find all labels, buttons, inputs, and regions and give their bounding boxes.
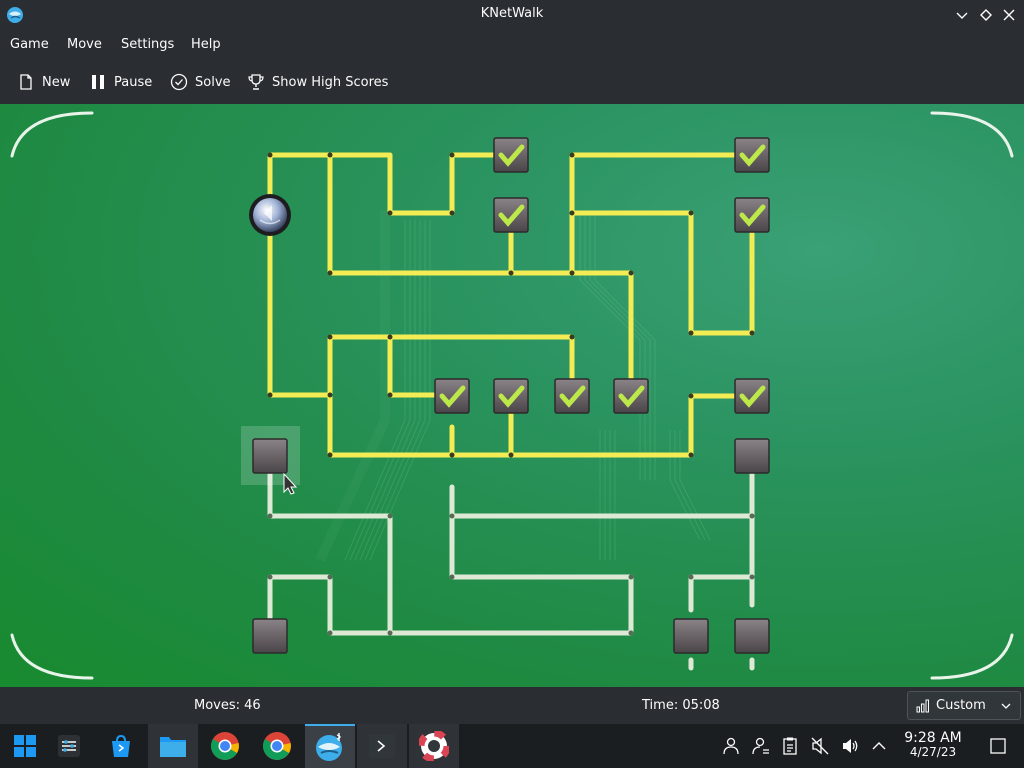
terminal-disconnected[interactable]: [673, 618, 709, 654]
chrome-icon: [263, 732, 291, 760]
moves-counter: Moves: 46: [194, 698, 261, 713]
user-switch-icon[interactable]: [751, 736, 771, 756]
help-button[interactable]: [409, 724, 459, 768]
user-icon[interactable]: [721, 736, 741, 756]
terminal-connected[interactable]: [613, 378, 649, 414]
toolbar: New Pause Solve Show High Scores: [0, 60, 1024, 104]
show-high-scores-button[interactable]: Show High Scores: [247, 71, 388, 93]
file-manager-icon: [160, 737, 186, 757]
title-bar: KNetWalk: [0, 0, 1024, 30]
speaker-muted-icon[interactable]: [810, 736, 830, 756]
pause-button[interactable]: Pause: [89, 71, 152, 93]
system-settings-button[interactable]: [44, 724, 94, 768]
menu-move[interactable]: Move: [67, 37, 102, 52]
window-title: KNetWalk: [480, 6, 544, 21]
terminal-connected[interactable]: [493, 197, 529, 233]
expand-tray-icon[interactable]: [869, 736, 889, 756]
chrome-button[interactable]: [200, 724, 250, 768]
discover-button[interactable]: [96, 724, 146, 768]
chrome-button-2[interactable]: [252, 724, 302, 768]
application-launcher-button[interactable]: [0, 724, 50, 768]
digital-clock[interactable]: 9:28 AM 4/27/23: [898, 731, 968, 759]
terminal-disconnected[interactable]: [734, 438, 770, 474]
taskbar: 9:28 AM 4/27/23: [0, 724, 1024, 768]
menu-settings[interactable]: Settings: [121, 37, 174, 52]
elapsed-time: Time: 05:08: [642, 698, 720, 713]
chevron-down-icon: [1001, 703, 1011, 709]
minimize-icon[interactable]: [952, 5, 972, 25]
solve-label: Solve: [195, 74, 231, 90]
konsole-icon: [369, 734, 395, 758]
menu-bar: Game Move Settings Help: [0, 30, 1024, 60]
terminal-connected[interactable]: [734, 197, 770, 233]
konsole-button[interactable]: [357, 724, 407, 768]
terminal-connected[interactable]: [554, 378, 590, 414]
pause-icon: [92, 75, 104, 89]
system-settings-icon: [58, 735, 80, 757]
application-launcher-icon: [14, 735, 36, 757]
trophy-icon: [248, 74, 264, 90]
close-icon[interactable]: [999, 5, 1019, 25]
clock-time: 9:28 AM: [904, 730, 962, 746]
checkmark-circle-icon: [170, 73, 188, 91]
new-document-icon: [20, 74, 32, 90]
solve-button[interactable]: Solve: [170, 71, 231, 93]
status-bar: Moves: 46 Time: 05:08 Custom: [0, 687, 1024, 724]
file-manager-button[interactable]: [148, 724, 198, 768]
game-board[interactable]: [0, 104, 1024, 687]
new-button[interactable]: New: [17, 71, 70, 93]
server-node[interactable]: [249, 194, 291, 236]
bar-chart-icon: [916, 699, 929, 712]
terminal-connected[interactable]: [493, 378, 529, 414]
knetwalk-icon: [316, 733, 342, 761]
chrome-icon: [211, 732, 239, 760]
maximize-icon[interactable]: [976, 5, 996, 25]
terminal-disconnected[interactable]: [252, 618, 288, 654]
terminal-connected[interactable]: [734, 137, 770, 173]
terminal-connected[interactable]: [434, 378, 470, 414]
difficulty-selector[interactable]: Custom: [907, 691, 1021, 720]
clock-date: 4/27/23: [909, 745, 957, 759]
network-grid[interactable]: [0, 104, 1024, 687]
discover-icon: [112, 734, 130, 757]
terminal-connected[interactable]: [493, 137, 529, 173]
new-label: New: [42, 74, 71, 90]
terminal-disconnected[interactable]: [252, 438, 288, 474]
knetwalk-taskbar-button[interactable]: [305, 724, 355, 768]
show-high-scores-label: Show High Scores: [272, 74, 389, 90]
terminal-connected[interactable]: [734, 378, 770, 414]
pause-label: Pause: [114, 74, 153, 90]
menu-help[interactable]: Help: [191, 37, 221, 52]
difficulty-label: Custom: [936, 698, 986, 713]
menu-game[interactable]: Game: [10, 37, 49, 52]
clipboard-icon[interactable]: [780, 736, 800, 756]
show-desktop-icon[interactable]: [988, 736, 1008, 756]
terminal-disconnected[interactable]: [734, 618, 770, 654]
help-icon: [419, 731, 449, 761]
volume-icon[interactable]: [840, 736, 860, 756]
